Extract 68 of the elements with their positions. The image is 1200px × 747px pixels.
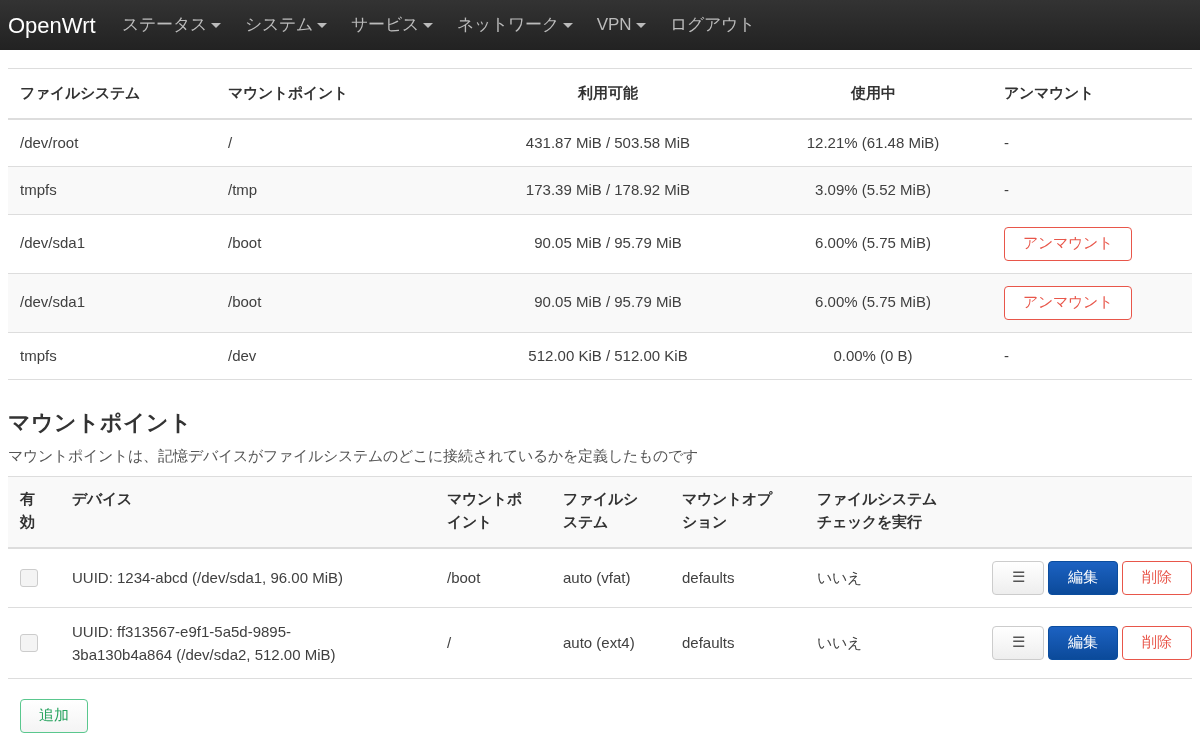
section-heading: マウントポイント [8, 409, 193, 437]
column-header: ファイルシステム [20, 84, 140, 101]
caret-icon [635, 22, 646, 28]
table-cell: tmpfs [20, 346, 57, 364]
edit-button[interactable]: 編集 [1048, 560, 1118, 595]
column-header: マウントポイント [447, 488, 522, 532]
table-cell: defaults [682, 569, 735, 586]
nav-menu[interactable]: システム [244, 12, 327, 38]
table-cell: 173.39 MiB / 178.92 MiB [525, 181, 691, 198]
caret-icon [562, 22, 573, 28]
table-cell: / [447, 634, 452, 651]
delete-button[interactable]: 削除 [1122, 560, 1192, 595]
table-cell: /dev/root [20, 133, 79, 151]
column-header: 有効 [20, 488, 35, 532]
column-header: マウントオプション [682, 488, 772, 532]
caret-icon [316, 22, 327, 28]
nav-menu[interactable]: ステータス [121, 12, 221, 38]
table-cell: 6.00% (5.75 MiB) [815, 234, 931, 252]
table-cell: 90.05 MiB / 95.79 MiB [534, 293, 682, 311]
unmount-button[interactable]: アンマウント [1004, 226, 1132, 261]
table-cell-text: UUID: ff313567-e9f1-5a5d-9895-3ba130b4a864 (/dev/sda2, 512.00 MiB) [72, 621, 337, 665]
table-cell: /boot [228, 293, 262, 311]
column-header: デバイス [72, 488, 133, 509]
edit-button[interactable]: 編集 [1048, 625, 1118, 660]
column-header: ファイルシステム [563, 488, 638, 532]
table-cell: auto (ext4) [563, 634, 635, 651]
table-cell: 6.00% (5.75 MiB) [815, 293, 931, 311]
enable-checkbox[interactable] [20, 568, 38, 587]
nav-menu[interactable]: VPN [596, 12, 646, 38]
table-cell: - [1004, 346, 1009, 364]
column-header: 使用中 [850, 84, 896, 101]
table-cell: / [228, 133, 233, 151]
table-cell: - [1004, 181, 1009, 198]
enable-checkbox[interactable] [20, 633, 38, 652]
table-cell: いいえ [817, 634, 862, 651]
brand-logo[interactable]: OpenWrt [8, 8, 96, 42]
caret-icon [210, 22, 221, 28]
table-cell: /tmp [228, 181, 258, 198]
table-cell: /boot [447, 569, 481, 586]
table-cell: - [1004, 133, 1009, 151]
menu-button[interactable]: ☰ [992, 560, 1044, 595]
table-cell: 0.00% (0 B) [833, 346, 913, 364]
section-description: マウントポイントは、記憶デバイスがファイルシステムのどこに接続されているかを定義したものです [8, 446, 699, 466]
table-cell: 90.05 MiB / 95.79 MiB [534, 234, 682, 252]
table-cell: 3.09% (5.52 MiB) [815, 181, 931, 198]
table-cell: auto (vfat) [563, 569, 631, 586]
table-cell: /dev/sda1 [20, 293, 86, 311]
nav-menu[interactable]: ログアウト [669, 12, 755, 38]
table-cell: defaults [682, 634, 735, 651]
table-cell: 512.00 KiB / 512.00 KiB [528, 346, 688, 364]
delete-button[interactable]: 削除 [1122, 625, 1192, 660]
table-cell: /dev/sda1 [20, 234, 86, 252]
table-cell: 12.21% (61.48 MiB) [806, 133, 940, 151]
unmount-button[interactable]: アンマウント [1004, 285, 1132, 320]
table-cell: 431.87 MiB / 503.58 MiB [525, 133, 691, 151]
nav-menu[interactable]: ネットワーク [456, 12, 573, 38]
column-header: マウントポイント [228, 84, 348, 101]
nav-menu[interactable]: サービス [350, 12, 433, 38]
menu-button[interactable]: ☰ [992, 625, 1044, 660]
caret-icon [422, 22, 433, 28]
table-cell: いいえ [817, 569, 862, 586]
table-cell: tmpfs [20, 181, 57, 198]
table-cell: /boot [228, 234, 262, 252]
column-header: 利用可能 [578, 84, 638, 101]
table-cell: /dev [228, 346, 257, 364]
table-cell-text: UUID: 1234-abcd (/dev/sda1, 96.00 MiB) [72, 568, 343, 588]
column-header: アンマウント [1004, 84, 1094, 101]
column-header: ファイルシステムチェックを実行 [817, 488, 937, 532]
